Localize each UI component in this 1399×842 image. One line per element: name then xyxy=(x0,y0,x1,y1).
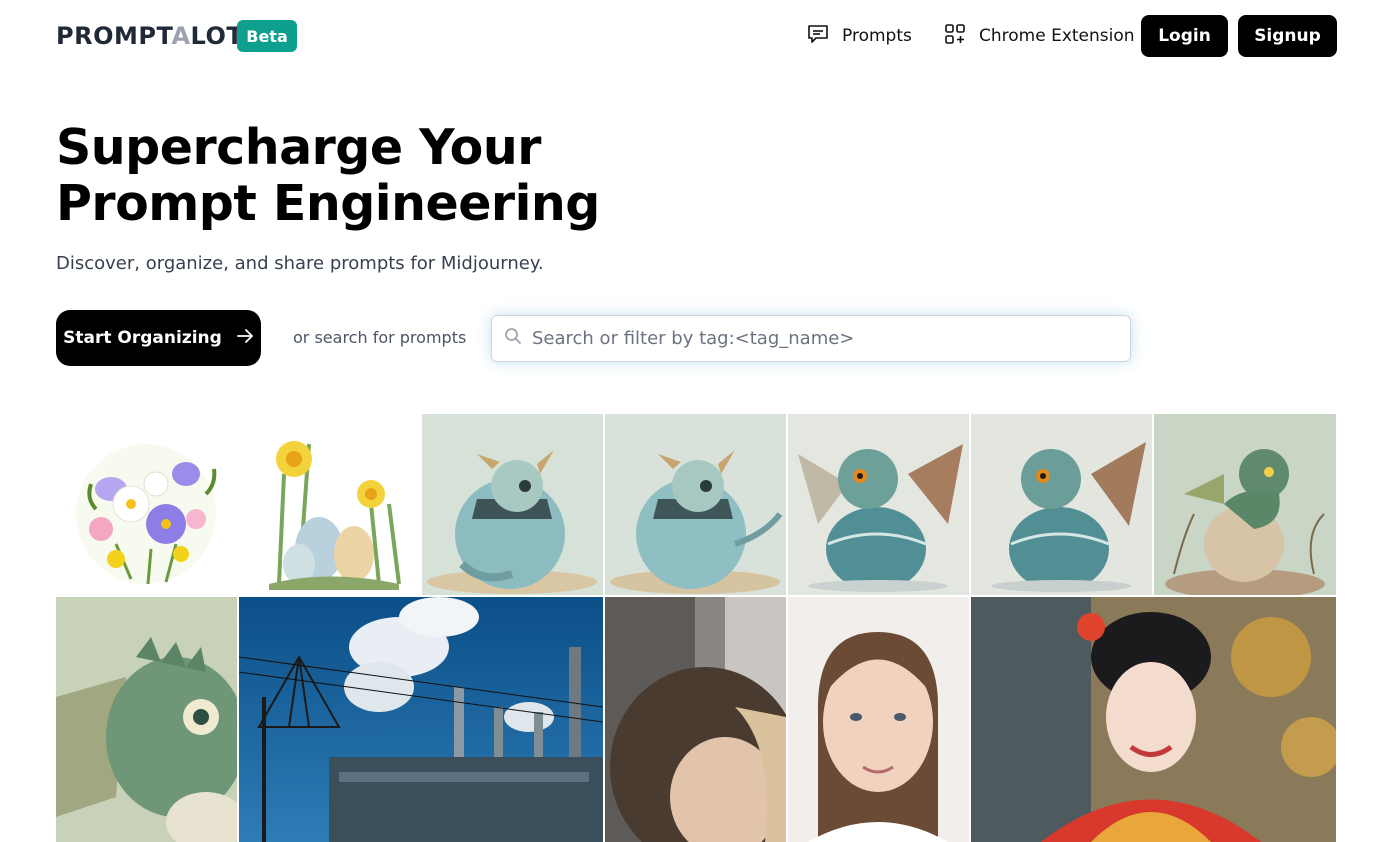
gallery-image xyxy=(239,414,420,595)
logo-part-2: A xyxy=(171,22,191,50)
beta-badge: Beta xyxy=(237,20,297,52)
gallery-image xyxy=(56,597,237,842)
search-bar xyxy=(491,315,1131,362)
nav-prompts-label: Prompts xyxy=(842,26,912,46)
hero-subtitle: Discover, organize, and share prompts fo… xyxy=(56,253,544,274)
site-header: PROMPTALOT Beta Prompts Chrome Extension… xyxy=(0,0,1399,72)
gallery-image xyxy=(239,597,603,842)
hero-title-line-2: Prompt Engineering xyxy=(56,175,600,232)
login-button[interactable]: Login xyxy=(1141,15,1228,57)
gallery-item-baby-dragon-wings[interactable] xyxy=(788,414,969,595)
gallery-image xyxy=(56,414,237,595)
gallery-image xyxy=(788,414,969,595)
gallery-item-baby-dragon-wings[interactable] xyxy=(971,414,1152,595)
gallery-image xyxy=(971,414,1152,595)
gallery-item-woman-portrait[interactable] xyxy=(788,597,969,842)
logo-part-1: PROMPT xyxy=(56,22,172,50)
chat-bubble-icon xyxy=(806,22,830,51)
hero-title: Supercharge Your Prompt Engineering xyxy=(56,120,656,232)
grid-plus-icon xyxy=(943,22,967,51)
start-organizing-button[interactable]: Start Organizing xyxy=(56,310,261,366)
gallery-item-industrial-plant[interactable] xyxy=(239,597,603,842)
or-search-text: or search for prompts xyxy=(293,328,467,347)
gallery-item-dragon-on-egg[interactable] xyxy=(1154,414,1336,595)
gallery-item-flower-bouquet[interactable] xyxy=(56,414,237,595)
gallery-item-daffodils-easter-eggs[interactable] xyxy=(239,414,420,595)
gallery-image xyxy=(422,414,603,595)
signup-button[interactable]: Signup xyxy=(1238,15,1337,57)
gallery-image xyxy=(971,597,1336,842)
gallery-image xyxy=(788,597,969,842)
search-input[interactable] xyxy=(532,328,1122,349)
arrow-right-icon xyxy=(236,327,254,350)
gallery-item-baby-dragon-egg[interactable] xyxy=(605,414,786,595)
hero-title-line-1: Supercharge Your xyxy=(56,119,541,176)
nav-prompts-link[interactable]: Prompts xyxy=(806,22,912,50)
gallery-image xyxy=(605,414,786,595)
gallery-item-geisha-portrait[interactable] xyxy=(971,597,1336,842)
gallery-image xyxy=(1154,414,1336,595)
gallery-item-baby-dragon-egg[interactable] xyxy=(422,414,603,595)
nav-chrome-extension-link[interactable]: Chrome Extension xyxy=(943,22,1135,50)
gallery-image xyxy=(605,597,786,842)
gallery-item-blurred-woman[interactable] xyxy=(605,597,786,842)
site-logo[interactable]: PROMPTALOT xyxy=(56,22,243,50)
gallery-item-dragon-closeup[interactable] xyxy=(56,597,237,842)
nav-chrome-extension-label: Chrome Extension xyxy=(979,26,1135,46)
start-organizing-label: Start Organizing xyxy=(63,328,222,348)
logo-part-3: LOT xyxy=(190,22,244,50)
search-icon xyxy=(504,327,522,350)
